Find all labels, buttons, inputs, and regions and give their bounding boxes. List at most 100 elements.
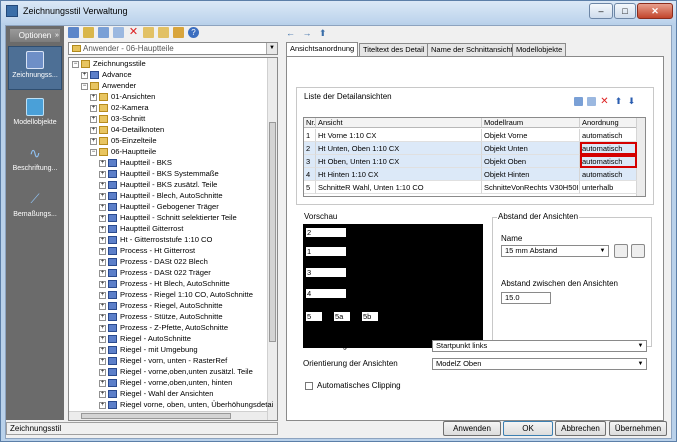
tree-item[interactable]: + Prozess - Z-Pfette, AutoSchnitte [99,323,228,333]
close-button[interactable]: ✕ [637,3,673,19]
tree-item[interactable]: + Prozess - Riegel 1:10 CO, AutoSchnitte [99,290,253,300]
expand-toggle-icon[interactable]: + [99,269,106,277]
move-down-icon[interactable]: ⬇ [627,97,636,106]
tree-item[interactable]: + Riegel - mit Umgebung [99,345,198,355]
paste-row-icon[interactable] [587,97,596,106]
import-icon[interactable] [143,27,154,38]
apply-button[interactable]: Anwenden [443,421,501,436]
tree-item[interactable]: + Riegel - vorne,oben,unten zusätzl. Teil… [99,367,253,377]
table-cell-ansicht[interactable]: Ht Unten, Oben 1:10 CX [316,142,482,155]
table-cell-nr[interactable]: 1 [304,129,316,142]
expand-toggle-icon[interactable]: + [99,368,106,376]
table-cell-nr[interactable]: 3 [304,155,316,168]
tree-horizontal-scrollbar[interactable] [69,411,267,420]
tree-item[interactable]: + Riegel - vorn, unten - RasterRef [99,356,227,366]
tree-item[interactable]: + Riegel - Wahl der Ansichten [99,389,213,399]
sidebar-item-dimensions[interactable]: ⟋ Bemaßungs... [8,186,62,230]
column-header[interactable]: Nr. [304,118,316,128]
expand-toggle-icon[interactable]: + [99,357,106,365]
new-icon[interactable] [68,27,79,38]
detail-views-table[interactable]: Nr. Ansicht Modellraum Anordnung 1 Ht Vor… [303,117,646,197]
column-header[interactable]: Modellraum [482,118,580,128]
expand-toggle-icon[interactable]: + [99,346,106,354]
expand-toggle-icon[interactable]: + [99,170,106,178]
panel-pin-icon[interactable]: » [55,29,63,42]
tree-item[interactable]: + Riegel - vorne,oben,unten, hinten [99,378,232,388]
tree-item[interactable]: + Prozess - Riegel, AutoSchnitte [99,301,223,311]
tree-item[interactable]: − Anwender [81,81,136,91]
expand-toggle-icon[interactable]: + [99,159,106,167]
expand-toggle-icon[interactable]: + [99,324,106,332]
table-cell-modellraum[interactable]: Objekt Hinten [482,168,580,181]
table-cell-anordnung[interactable]: automatisch [580,142,637,155]
column-header[interactable]: Ansicht [316,118,482,128]
spacing-table-icon[interactable] [631,244,645,258]
table-cell-nr[interactable]: 4 [304,168,316,181]
tree-item[interactable]: + Hauptteil - Gebogener Träger [99,202,219,212]
tab-section-name[interactable]: Name der Schnittansicht [427,43,517,56]
expand-toggle-icon[interactable]: − [81,82,88,90]
sidebar-item-model-objects[interactable]: Modellobjekte [8,94,62,138]
expand-toggle-icon[interactable]: + [90,115,97,123]
expand-toggle-icon[interactable]: + [99,236,106,244]
tab-view-arrangement[interactable]: Ansichtsanordnung [286,42,359,56]
expand-toggle-icon[interactable]: + [99,181,106,189]
expand-toggle-icon[interactable]: + [99,214,106,222]
edit-spacing-icon[interactable] [614,244,628,258]
table-cell-nr[interactable]: 5 [304,181,316,194]
tree-item[interactable]: − Zeichnungsstile [72,59,146,69]
copy-row-icon[interactable] [574,97,583,106]
expand-toggle-icon[interactable]: + [99,280,106,288]
scroll-thumb[interactable] [81,413,231,419]
chevron-down-icon[interactable]: ▼ [266,43,277,54]
minimize-button[interactable]: – [589,3,613,19]
tree-item[interactable]: + Hauptteil - Blech, AutoSchnitte [99,191,223,201]
tree-item[interactable]: + Riegel vorne, oben, unten, Überhöhungsd… [99,400,273,410]
cancel-button[interactable]: Abbrechen [555,421,606,436]
table-cell-modellraum[interactable]: Objekt Oben [482,155,580,168]
tree-item[interactable]: + Ht - Gitterroststufe 1:10 CO [99,235,212,245]
expand-toggle-icon[interactable]: + [99,313,106,321]
table-scrollbar[interactable] [636,118,645,196]
tree-item[interactable]: +01-Ansichten [90,92,155,102]
tree-item[interactable]: +02-Kamera [90,103,149,113]
up-arrow-icon[interactable]: ⬆ [319,28,327,38]
expand-toggle-icon[interactable]: + [99,335,106,343]
table-cell-anordnung[interactable]: automatisch [580,168,637,181]
views-orientation-select[interactable]: ModelZ Oben ▼ [432,358,647,370]
sidebar-item-annotation[interactable]: ∿ Beschriftung... [8,140,62,184]
maximize-button[interactable]: □ [614,3,636,19]
table-cell-anordnung[interactable]: automatisch [580,129,637,142]
tree-item[interactable]: +05-Einzelteile [90,136,157,146]
style-tree[interactable]: − Zeichnungsstile + Advance − Anwender +01-Ans… [68,57,278,421]
export-icon[interactable] [158,27,169,38]
ok-button[interactable]: OK [503,421,553,436]
spacing-between-input[interactable]: 15.0 [501,292,551,304]
expand-toggle-icon[interactable]: + [99,401,106,409]
tree-item[interactable]: + Riegel - AutoSchnitte [99,334,191,344]
expand-toggle-icon[interactable]: + [90,93,97,101]
expand-toggle-icon[interactable]: + [99,302,106,310]
edit-icon[interactable] [83,27,94,38]
table-cell-ansicht[interactable]: Ht Hinten 1:10 CX [316,168,482,181]
table-cell-ansicht[interactable]: SchnitteR Wahl, Unten 1:10 CO [316,181,482,194]
tab-detail-title[interactable]: Titeltext des Detail [359,43,429,56]
tree-item[interactable]: +03-Schnitt [90,114,145,124]
chevron-down-icon[interactable]: ▼ [597,246,608,256]
chevron-down-icon[interactable]: ▼ [635,341,646,351]
expand-toggle-icon[interactable]: + [99,379,106,387]
column-header[interactable]: Anordnung [580,118,637,128]
take-over-button[interactable]: Übernehmen [609,421,667,436]
tree-item[interactable]: + Hauptteil - BKS Systemmaße [99,169,219,179]
table-cell-ansicht[interactable]: Ht Vorne 1:10 CX [316,129,482,142]
expand-toggle-icon[interactable]: + [99,225,106,233]
expand-toggle-icon[interactable]: + [90,137,97,145]
table-cell-modellraum[interactable]: Objekt Vorne [482,129,580,142]
delete-icon[interactable]: ✕ [128,27,139,38]
expand-toggle-icon[interactable]: + [99,247,106,255]
move-up-icon[interactable]: ⬆ [614,97,623,106]
table-cell-anordnung[interactable]: unterhalb [580,181,637,194]
expand-toggle-icon[interactable]: + [99,258,106,266]
table-cell-ansicht[interactable]: Ht Oben, Unten 1:10 CX [316,155,482,168]
chevron-down-icon[interactable]: ▼ [635,359,646,369]
